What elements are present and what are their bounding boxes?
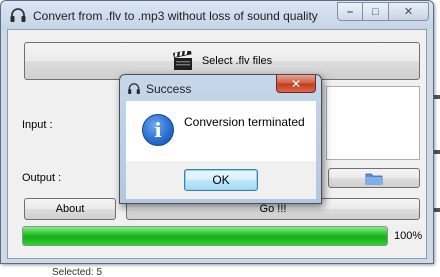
close-icon: ✕	[290, 76, 302, 91]
maximize-button[interactable]: □	[363, 2, 389, 21]
clapperboard-icon	[172, 51, 192, 70]
maximize-icon: □	[372, 5, 379, 18]
input-list[interactable]	[326, 86, 420, 160]
close-button[interactable]: ✕	[389, 2, 429, 21]
main-titlebar[interactable]: Convert from .flv to .mp3 without loss o…	[1, 1, 433, 29]
progress-fill	[23, 227, 387, 245]
progress-label: 100%	[394, 230, 423, 242]
dialog-title: Success	[146, 82, 192, 96]
minimize-icon: –	[346, 5, 354, 18]
dialog-close-button[interactable]: ✕	[276, 75, 316, 93]
background-mark	[434, 95, 440, 99]
output-folder-button[interactable]	[328, 168, 420, 188]
background-mark	[434, 150, 440, 154]
dialog-titlebar[interactable]: Success ✕	[120, 75, 321, 101]
input-label: Input :	[22, 119, 53, 131]
headphones-icon	[10, 8, 26, 22]
background-text: Selected: 5	[52, 267, 103, 277]
success-dialog: Success ✕ i Conversion terminated OK	[119, 74, 322, 204]
minimize-button[interactable]: –	[337, 2, 363, 21]
ok-button[interactable]: OK	[184, 169, 258, 191]
background-mark	[434, 208, 440, 212]
dialog-message: Conversion terminated	[184, 115, 305, 129]
dialog-footer: OK	[126, 161, 316, 199]
output-label: Output :	[22, 172, 62, 184]
info-icon: i	[142, 114, 174, 146]
headphones-icon	[128, 83, 140, 94]
caption-buttons: – □ ✕	[337, 2, 429, 22]
select-flv-files-label: Select .flv files	[201, 55, 273, 67]
folder-icon	[365, 173, 383, 185]
about-button[interactable]: About	[24, 198, 116, 220]
window-title: Convert from .flv to .mp3 without loss o…	[33, 9, 318, 23]
dialog-body: i Conversion terminated	[126, 101, 316, 161]
progress-bar	[22, 226, 388, 246]
close-icon: ✕	[403, 6, 414, 18]
